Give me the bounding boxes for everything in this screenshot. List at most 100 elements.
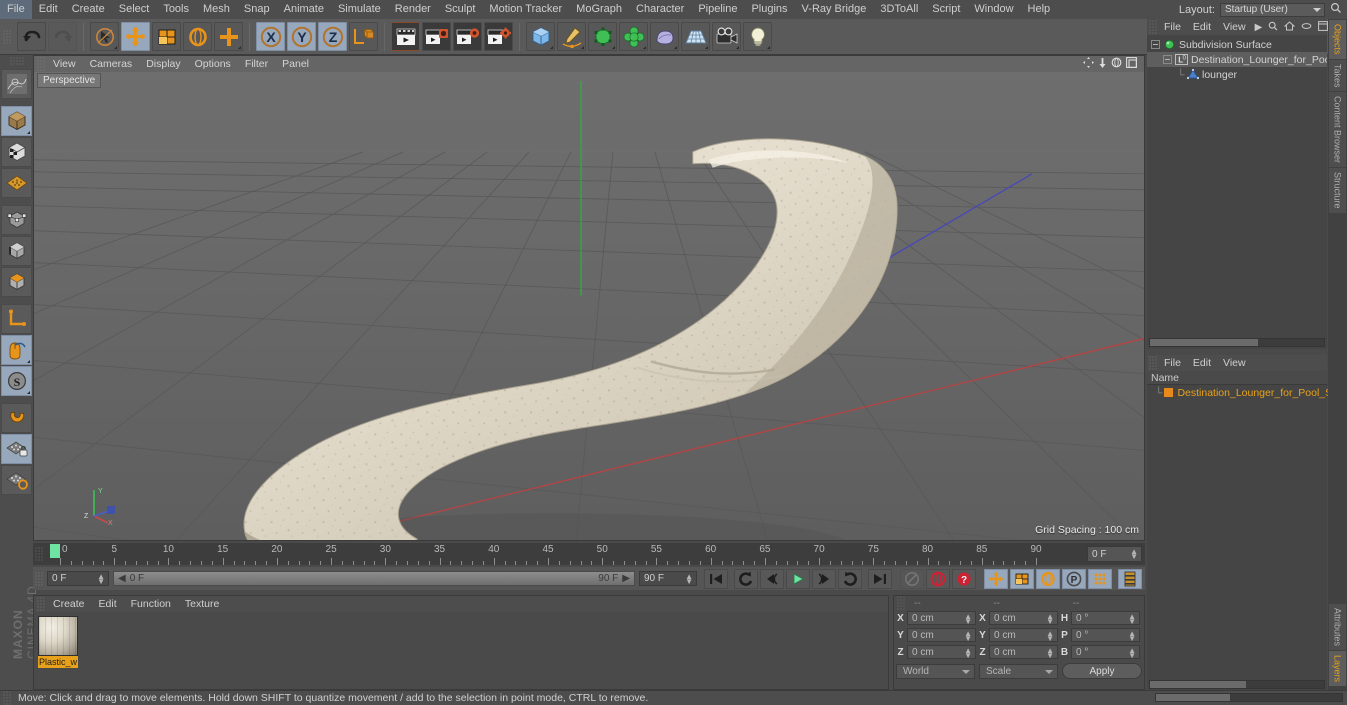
move-tool[interactable] — [121, 22, 150, 51]
object-tree[interactable]: Subdivision Surface L 0 Destination_Lounger… — [1147, 35, 1327, 82]
world-object-coord-button[interactable] — [349, 22, 378, 51]
transport-grip[interactable] — [35, 571, 44, 586]
tree-expand-toggle[interactable] — [1163, 55, 1172, 64]
material-manager-grip[interactable] — [37, 597, 46, 611]
scale-key-button[interactable] — [1010, 568, 1034, 589]
tree-expand-toggle[interactable] — [1151, 40, 1160, 49]
record-active-objects-button[interactable] — [926, 568, 950, 589]
stepper-icon[interactable]: ▲ ▼ — [1128, 647, 1136, 660]
object-menu-view[interactable]: View — [1217, 21, 1252, 33]
vertical-tab-takes[interactable]: Takes — [1329, 59, 1346, 92]
object-manager-scrollbar[interactable] — [1149, 338, 1325, 347]
rotate-view-icon[interactable] — [1111, 57, 1122, 71]
lock-x-axis-button[interactable]: X — [256, 22, 285, 51]
go-to-start-button[interactable] — [704, 568, 728, 589]
timeline-current-frame-field[interactable]: 0 F ▲ ▼ — [1087, 546, 1142, 562]
menu-item-simulate[interactable]: Simulate — [331, 0, 388, 19]
render-region-button[interactable] — [422, 22, 451, 51]
object-tree-row[interactable]: Subdivision Surface — [1147, 37, 1327, 52]
viewport-menu-view[interactable]: View — [46, 58, 83, 70]
perspective-viewport[interactable]: View Cameras Display Options Filter Panel Per… — [33, 55, 1145, 541]
range-right-handle[interactable]: 90 F ▶ — [598, 573, 630, 584]
workplane-button[interactable] — [1, 465, 32, 495]
zoom-view-icon[interactable] — [1098, 57, 1107, 71]
apply-button[interactable]: Apply — [1062, 663, 1142, 679]
attributes-menu-edit[interactable]: Edit — [1187, 357, 1217, 369]
keyframe-selection-button[interactable]: ? — [952, 568, 976, 589]
vertical-tab-objects[interactable]: Objects — [1329, 20, 1346, 59]
maximize-view-icon[interactable] — [1126, 57, 1137, 71]
magnet-tool-button[interactable] — [1, 403, 32, 433]
attributes-menu-file[interactable]: File — [1158, 357, 1187, 369]
status-bar-scrollbar[interactable] — [1155, 693, 1343, 702]
vertical-tab-structure[interactable]: Structure — [1329, 168, 1346, 213]
scrollbar-thumb[interactable] — [1150, 681, 1246, 688]
attributes-menu-view[interactable]: View — [1217, 357, 1252, 369]
point-level-animation-button[interactable] — [1088, 568, 1112, 589]
attributes-row[interactable]: └ Destination_Lounger_for_Pool_Sta — [1147, 385, 1341, 400]
status-bar-grip[interactable] — [3, 691, 12, 705]
add-nurbs-button[interactable] — [588, 22, 617, 51]
lock-workplane-button[interactable] — [1, 434, 32, 464]
timeline-grip[interactable] — [35, 547, 44, 561]
left-toolbar-grip[interactable] — [9, 57, 24, 66]
viewport-grip[interactable] — [37, 57, 46, 71]
scale-tool[interactable] — [152, 22, 181, 51]
rotation-key-button[interactable] — [1036, 568, 1060, 589]
edge-mode-button[interactable] — [1, 236, 32, 266]
stepper-icon[interactable]: ▲ ▼ — [964, 613, 972, 626]
play-backwards-button[interactable] — [734, 568, 758, 589]
coord-field-position-y[interactable]: 0 cm ▲ ▼ — [907, 628, 976, 643]
material-list[interactable]: Plastic_w — [34, 612, 888, 672]
undo-button[interactable] — [17, 22, 46, 51]
menu-item-character[interactable]: Character — [629, 0, 691, 19]
menu-item-pipeline[interactable]: Pipeline — [691, 0, 744, 19]
material-menu-texture[interactable]: Texture — [178, 598, 226, 610]
lock-z-axis-button[interactable]: Z — [318, 22, 347, 51]
search-icon[interactable] — [1325, 2, 1347, 17]
material-menu-edit[interactable]: Edit — [92, 598, 124, 610]
range-left-handle[interactable]: ◀ 0 F — [118, 573, 144, 584]
transport-current-frame-field[interactable]: 0 F ▲ ▼ — [47, 571, 109, 586]
add-camera-button[interactable] — [712, 22, 741, 51]
attributes-scrollbar[interactable] — [1149, 680, 1325, 689]
menu-item-select[interactable]: Select — [112, 0, 157, 19]
coord-field-rotation-b[interactable]: 0 ° ▲ ▼ — [1071, 645, 1140, 660]
coordinate-space-select[interactable]: World — [896, 663, 975, 679]
timeline-range-slider[interactable]: ◀ 0 F 90 F ▶ — [113, 571, 635, 586]
render-settings-button[interactable] — [484, 22, 513, 51]
timeline-ruler[interactable]: 0 5 10 15 20 25 30 35 40 45 50 55 60 65 70 75 80 85 90 — [46, 543, 1081, 565]
menu-item-script[interactable]: Script — [925, 0, 967, 19]
menu-item-animate[interactable]: Animate — [277, 0, 331, 19]
menu-item-help[interactable]: Help — [1021, 0, 1058, 19]
menu-item-v-ray-bridge[interactable]: V-Ray Bridge — [795, 0, 874, 19]
texture-mode-button[interactable] — [1, 168, 32, 198]
menu-item-sculpt[interactable]: Sculpt — [438, 0, 483, 19]
make-editable-button[interactable] — [1, 106, 32, 136]
add-cube-button[interactable] — [526, 22, 555, 51]
attributes-rows[interactable]: └ Destination_Lounger_for_Pool_Sta — [1147, 385, 1341, 400]
scrollbar-thumb[interactable] — [1156, 694, 1231, 701]
toolbar-grip[interactable] — [3, 29, 12, 44]
previous-frame-button[interactable] — [760, 568, 784, 589]
menu-item-mesh[interactable]: Mesh — [196, 0, 237, 19]
next-frame-button[interactable] — [812, 568, 836, 589]
material-menu-create[interactable]: Create — [46, 598, 92, 610]
object-manager-grip[interactable] — [1149, 20, 1158, 34]
viewport-camera-tag[interactable]: Perspective — [37, 73, 102, 88]
stepper-icon[interactable]: ▲ ▼ — [685, 573, 693, 586]
autokeying-button[interactable] — [900, 568, 924, 589]
position-key-button[interactable] — [984, 568, 1008, 589]
redo-button[interactable] — [48, 22, 77, 51]
axis-mode-button[interactable] — [1, 304, 32, 334]
render-to-picture-viewer-button[interactable] — [453, 22, 482, 51]
coord-field-size-z[interactable]: 0 cm ▲ ▼ — [989, 645, 1058, 660]
add-array-button[interactable] — [619, 22, 648, 51]
viewport-menu-options[interactable]: Options — [188, 58, 238, 70]
ellipse-icon[interactable] — [1298, 22, 1315, 33]
chevron-right-icon[interactable]: ▶ — [1252, 22, 1266, 33]
stepper-icon[interactable]: ▲ ▼ — [964, 647, 972, 660]
object-tree-row[interactable]: L0Destination_Lounger_for_Pool_S — [1147, 52, 1327, 67]
coord-field-size-y[interactable]: 0 cm ▲ ▼ — [989, 628, 1058, 643]
layout-select[interactable]: Startup (User) — [1220, 2, 1325, 17]
